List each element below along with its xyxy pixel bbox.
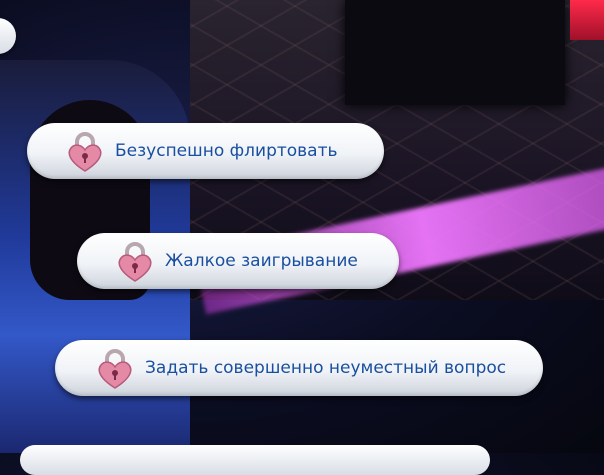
dark-furniture (345, 0, 565, 105)
heart-lock-icon (68, 132, 102, 172)
menu-item-ask-inappropriate-question[interactable]: Задать совершенно неуместный вопрос (55, 340, 543, 396)
partial-menu-button-bottom[interactable] (20, 445, 490, 475)
menu-item-label: Безуспешно флиртовать (115, 141, 338, 161)
heart-lock-icon (98, 349, 132, 389)
red-light (570, 0, 604, 40)
menu-item-label: Задать совершенно неуместный вопрос (145, 358, 507, 378)
menu-item-pathetic-flirting[interactable]: Жалкое заигрывание (77, 233, 399, 289)
menu-item-label: Жалкое заигрывание (165, 251, 358, 271)
heart-lock-icon (118, 242, 152, 282)
menu-item-flirt-unsuccessfully[interactable]: Безуспешно флиртовать (27, 123, 384, 179)
